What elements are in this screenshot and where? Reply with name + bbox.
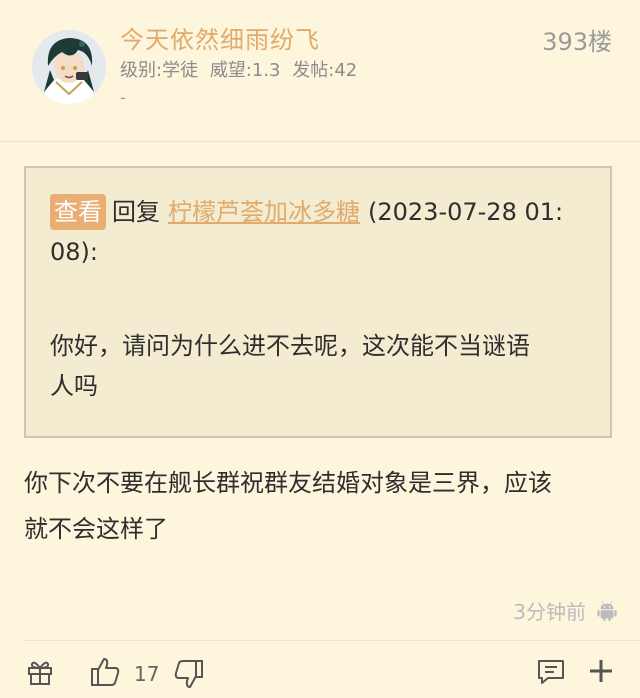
quote-header: 查看 回复 柠檬芦荟加冰多糖 (2023-07-28 01: [50, 192, 586, 232]
header-divider [0, 141, 640, 142]
like-count: 17 [134, 662, 160, 686]
post-body-line: 就不会这样了 [24, 515, 168, 543]
thumbs-up-icon[interactable] [90, 656, 120, 688]
reply-word: 回复 [112, 198, 160, 226]
quote-timestamp-cont: 08): [50, 238, 98, 266]
comment-icon[interactable] [536, 658, 566, 686]
quote-text: 你好，请问为什么进不去呢，这次能不当谜语 [50, 332, 530, 360]
avatar[interactable] [32, 30, 106, 104]
username[interactable]: 今天依然细雨纷飞 [120, 20, 320, 55]
user-level: 级别:学徒 [120, 60, 199, 81]
quote-block: 查看 回复 柠檬芦荟加冰多糖 (2023-07-28 01: 08): 你好，请问为什… [24, 166, 612, 438]
quote-timestamp: (2023-07-28 01: [368, 198, 564, 226]
action-bar: 17 [0, 648, 640, 698]
post-header: 今天依然细雨纷飞 级别:学徒 威望:1.3 发帖:42 - 393楼 [0, 0, 640, 140]
user-meta: 级别:学徒 威望:1.3 发帖:42 [120, 56, 363, 82]
user-signature: - [120, 88, 126, 107]
post-time-row: 3分钟前 [513, 596, 618, 625]
plus-icon[interactable] [588, 658, 614, 684]
quote-text-cont: 人吗 [50, 372, 98, 400]
user-post-count: 发帖:42 [292, 60, 358, 81]
post-body-line: 你下次不要在舰长群祝群友结婚对象是三界，应该 [24, 469, 552, 497]
post-body: 你下次不要在舰长群祝群友结婚对象是三界，应该 就不会这样了 [24, 460, 624, 552]
view-quote-button[interactable]: 查看 [50, 194, 106, 230]
android-icon [596, 600, 618, 622]
user-prestige: 威望:1.3 [209, 60, 281, 81]
post-time: 3分钟前 [513, 600, 586, 624]
quoted-user-link[interactable]: 柠檬芦荟加冰多糖 [168, 198, 360, 226]
footer-divider [24, 640, 640, 641]
thumbs-down-icon[interactable] [174, 658, 204, 690]
gift-icon[interactable] [26, 658, 54, 686]
floor-number: 393楼 [542, 28, 612, 56]
